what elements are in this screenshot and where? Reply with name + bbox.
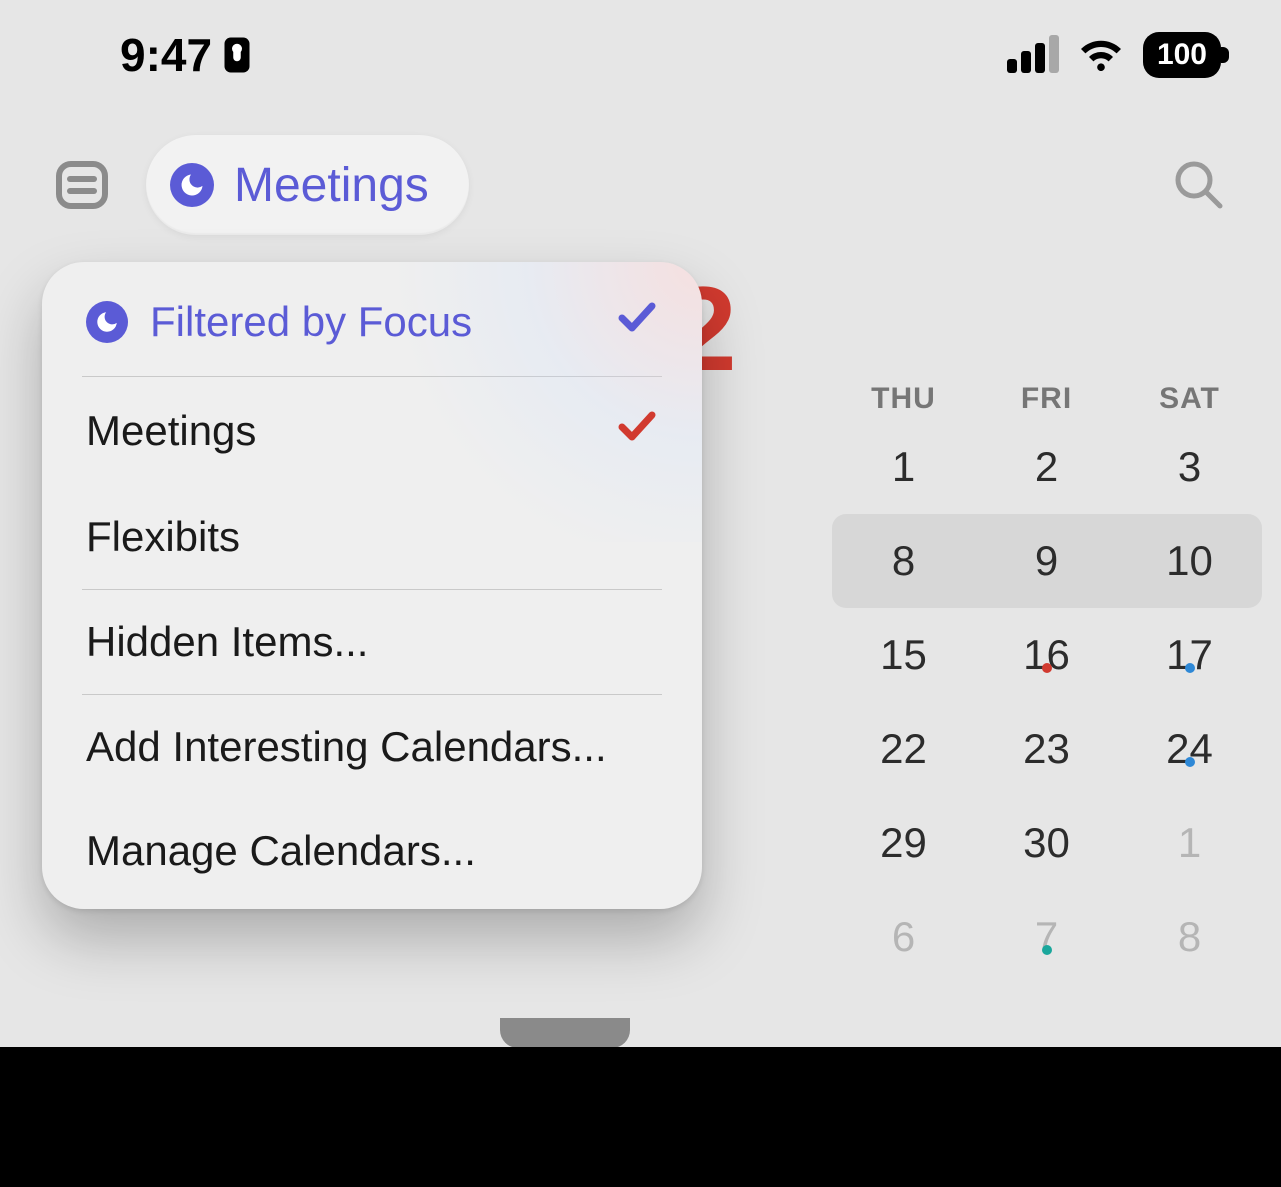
wifi-icon <box>1077 35 1125 75</box>
menu-item-left: Flexibits <box>86 513 240 561</box>
calendar-day-number: 6 <box>832 913 975 961</box>
event-dot-icon <box>1042 663 1052 673</box>
calendar-day-cell[interactable]: 3 <box>1118 443 1261 491</box>
menu-item-left: Meetings <box>86 407 256 455</box>
calendar-day-cell[interactable]: 22 <box>832 725 975 773</box>
calendar-row: 29301 <box>832 796 1261 890</box>
menu-item[interactable]: Filtered by Focus <box>42 268 702 376</box>
calendar-day-number: 8 <box>832 537 975 585</box>
menu-item[interactable]: Hidden Items... <box>42 590 702 694</box>
calendar-day-cell[interactable]: 24 <box>1118 725 1261 773</box>
moon-icon <box>170 163 214 207</box>
menu-item[interactable]: Meetings <box>42 377 702 485</box>
calendar-day-number: 8 <box>1118 913 1261 961</box>
calendar-grid: 123891015161722232429301678 <box>832 420 1261 984</box>
calendar-day-cell[interactable]: 30 <box>975 819 1118 867</box>
search-button[interactable] <box>1165 151 1233 219</box>
calendar-day-cell[interactable]: 1 <box>832 443 975 491</box>
menu-item-left: Filtered by Focus <box>86 298 472 346</box>
event-dot-icon <box>1185 663 1195 673</box>
calendar-day-number: 3 <box>1118 443 1261 491</box>
calendar-day-number: 10 <box>1118 537 1261 585</box>
menu-item[interactable]: Add Interesting Calendars... <box>42 695 702 799</box>
menu-item-label: Hidden Items... <box>86 618 368 666</box>
calendar-day-cell[interactable]: 17 <box>1118 631 1261 679</box>
menu-item-label: Meetings <box>86 407 256 455</box>
status-time: 9:47 <box>120 28 212 82</box>
calendar-day-cell[interactable]: 9 <box>975 537 1118 585</box>
calendar-row: 151617 <box>832 608 1261 702</box>
calendar-day-cell[interactable]: 1 <box>1118 819 1261 867</box>
calendar-set-label: Meetings <box>234 158 429 213</box>
calendar-day-cell[interactable]: 2 <box>975 443 1118 491</box>
battery-level: 100 <box>1157 38 1207 72</box>
calendar-day-cell[interactable]: 7 <box>975 913 1118 961</box>
menu-item-label: Manage Calendars... <box>86 827 476 875</box>
calendar-day-number: 15 <box>832 631 975 679</box>
battery-indicator: 100 <box>1143 32 1221 78</box>
event-dot-icon <box>1185 757 1195 767</box>
calendar-row: 123 <box>832 420 1261 514</box>
calendar-day-number: 22 <box>832 725 975 773</box>
cellular-signal-icon <box>1007 37 1059 73</box>
calendar-day-number: 23 <box>975 725 1118 773</box>
calendar-day-number: 1 <box>832 443 975 491</box>
day-header-thu: THU <box>832 382 975 416</box>
rotation-lock-icon <box>222 35 252 75</box>
app-header: Meetings <box>0 130 1281 240</box>
calendar-set-pill[interactable]: Meetings <box>146 135 469 235</box>
calendar-day-cell[interactable]: 16 <box>975 631 1118 679</box>
calendar-day-number: 2 <box>975 443 1118 491</box>
calendar-day-number: 1 <box>1118 819 1261 867</box>
day-header-fri: FRI <box>975 382 1118 416</box>
sidebar-toggle-button[interactable] <box>48 151 116 219</box>
calendar-day-number: 9 <box>975 537 1118 585</box>
calendar-day-number: 29 <box>832 819 975 867</box>
calendar-day-number: 30 <box>975 819 1118 867</box>
calendar-day-cell[interactable]: 29 <box>832 819 975 867</box>
calendar-day-cell[interactable]: 10 <box>1118 537 1261 585</box>
menu-item-label: Flexibits <box>86 513 240 561</box>
check-icon <box>616 405 658 457</box>
calendar-row: 678 <box>832 890 1261 984</box>
calendar-day-cell[interactable]: 6 <box>832 913 975 961</box>
menu-item[interactable]: Manage Calendars... <box>42 799 702 903</box>
status-time-group: 9:47 <box>120 28 252 82</box>
calendar-set-popover: Filtered by Focus Meetings Flexibits Hidden… <box>42 262 702 909</box>
status-bar: 9:47 100 <box>0 0 1281 110</box>
day-header-sat: SAT <box>1118 382 1261 416</box>
menu-item-left: Manage Calendars... <box>86 827 476 875</box>
day-headers-row: THU FRI SAT <box>832 382 1261 416</box>
menu-item-label: Filtered by Focus <box>150 298 472 346</box>
menu-item-left: Add Interesting Calendars... <box>86 723 607 771</box>
calendar-day-cell[interactable]: 15 <box>832 631 975 679</box>
calendar-day-cell[interactable]: 23 <box>975 725 1118 773</box>
menu-item[interactable]: Flexibits <box>42 485 702 589</box>
bottom-black-bar <box>0 1047 1281 1187</box>
segment-control-peek <box>500 1018 630 1048</box>
calendar-row: 8910 <box>832 514 1261 608</box>
check-icon <box>616 296 658 348</box>
status-right-group: 100 <box>1007 32 1221 78</box>
event-dot-icon <box>1042 945 1052 955</box>
calendar-day-cell[interactable]: 8 <box>832 537 975 585</box>
moon-icon <box>86 301 128 343</box>
calendar-day-cell[interactable]: 8 <box>1118 913 1261 961</box>
calendar-row: 222324 <box>832 702 1261 796</box>
menu-item-label: Add Interesting Calendars... <box>86 723 607 771</box>
menu-item-left: Hidden Items... <box>86 618 368 666</box>
